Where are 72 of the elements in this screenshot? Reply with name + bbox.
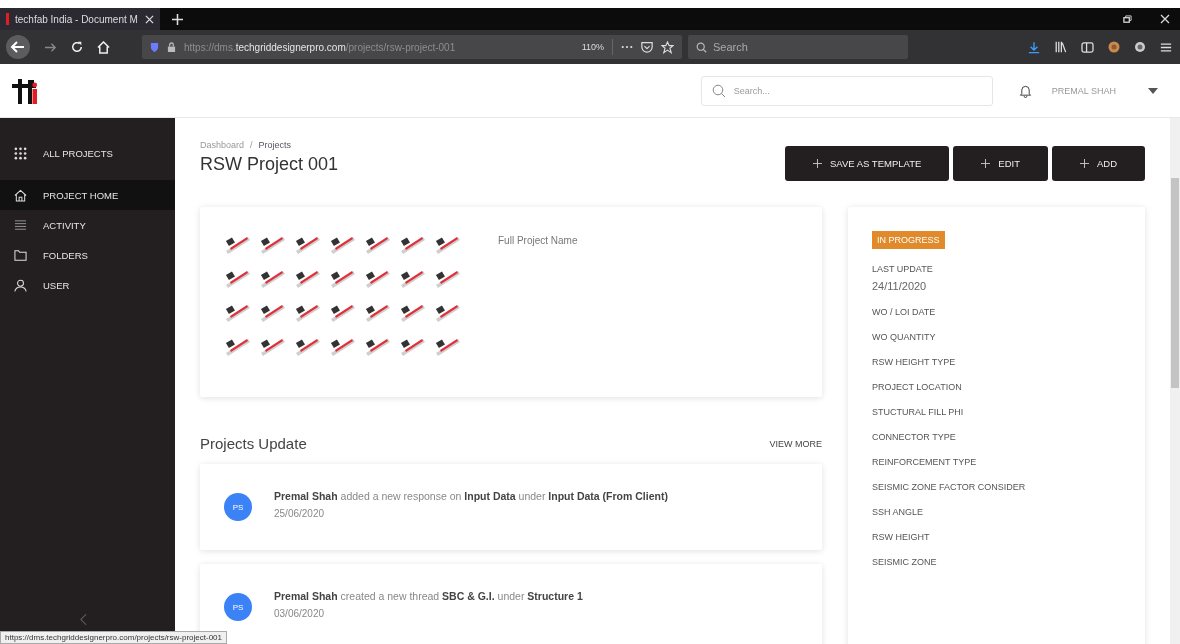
star-icon[interactable] <box>661 40 674 54</box>
field-value: 24/11/2020 <box>872 280 928 292</box>
field-label: SSH ANGLE <box>872 507 924 517</box>
nav-item[interactable]: ACTIVITY <box>0 210 175 240</box>
bell-icon[interactable] <box>1018 83 1032 98</box>
url-field[interactable]: https://dms.techgriddesignerpro.com/projects/rsw-project-001 110% <box>142 35 682 59</box>
action-button[interactable]: EDIT <box>953 146 1048 181</box>
nav-item[interactable]: PROJECT HOME <box>0 180 175 210</box>
field-label: Full Project Name <box>498 235 578 246</box>
field-label: STUCTURAL FILL PHI <box>872 407 964 417</box>
plus-icon <box>812 159 822 168</box>
zoom-level[interactable]: 110% <box>581 42 604 52</box>
extension-icon[interactable] <box>1108 41 1120 53</box>
grid-icon <box>14 146 27 160</box>
tab-title: techfab India - Document M <box>15 13 139 25</box>
sidebar-icon[interactable] <box>1081 41 1094 53</box>
breadcrumb-separator: / <box>250 140 253 150</box>
library-icon[interactable] <box>1054 41 1067 53</box>
home-icon[interactable] <box>97 40 110 54</box>
field-label: WO QUANTITY <box>872 332 936 342</box>
search-icon <box>696 41 707 53</box>
nav-item[interactable]: FOLDERS <box>0 240 175 270</box>
update-date: 25/06/2020 <box>274 508 326 519</box>
status-url: https://dms.techgriddesignerpro.com/projects/rsw-project-001 <box>0 631 227 644</box>
nav-item[interactable]: USER <box>0 270 175 300</box>
shield-icon <box>150 41 159 53</box>
field-label: RSW HEIGHT TYPE <box>872 357 956 367</box>
user-icon <box>14 278 27 292</box>
plus-icon <box>981 159 991 168</box>
nav-item[interactable]: ALL PROJECTS <box>0 138 175 168</box>
reload-icon[interactable] <box>71 41 83 53</box>
field-label: REINFORCEMENT TYPE <box>872 457 977 467</box>
breadcrumb-link[interactable]: Projects <box>258 140 292 150</box>
home-icon <box>14 188 27 202</box>
page-title: RSW Project 001 <box>200 154 339 175</box>
lock-icon <box>167 41 176 53</box>
favicon-icon <box>6 13 9 25</box>
extension-icon[interactable] <box>1134 41 1146 53</box>
field-label: WO / LOI DATE <box>872 307 936 317</box>
plus-icon <box>1079 159 1089 168</box>
action-button[interactable]: ADD <box>1051 146 1145 181</box>
menu-icon[interactable] <box>1160 41 1172 53</box>
avatar: PS <box>224 593 252 621</box>
back-icon[interactable] <box>6 35 30 59</box>
more-icon[interactable] <box>621 45 633 49</box>
update-date: 03/06/2020 <box>274 608 326 619</box>
view-more-link[interactable]: VIEW MORE <box>769 438 822 449</box>
field-label: PROJECT LOCATION <box>872 382 962 392</box>
download-icon[interactable] <box>1028 40 1040 54</box>
field-label: LAST UPDATE <box>872 264 933 274</box>
field-label: RSW HEIGHT <box>872 532 930 542</box>
section-title: Projects Update <box>200 435 307 452</box>
search-icon <box>711 83 726 98</box>
field-label: CONNECTOR TYPE <box>872 432 956 442</box>
avatar: PS <box>224 493 252 521</box>
update-text: Premal Shah added a new response on Input Data under Input Data (From Client) <box>274 490 668 502</box>
caret-icon[interactable] <box>1148 87 1158 94</box>
folder-icon <box>14 248 27 262</box>
action-button[interactable]: SAVE AS TEMPLATE <box>784 146 950 181</box>
browser-search-field[interactable]: Search <box>688 35 908 59</box>
update-text: Premal Shah created a new thread SBC & G.I. under Structure 1 <box>274 590 583 602</box>
restore-icon[interactable] <box>1123 14 1132 24</box>
field-label: SEISMIC ZONE <box>872 557 937 567</box>
list-icon <box>14 218 27 232</box>
new-tab-icon[interactable] <box>172 13 183 25</box>
status-badge: IN PROGRESS <box>872 231 945 249</box>
pocket-icon[interactable] <box>641 41 653 53</box>
scrollbar[interactable] <box>1170 118 1180 644</box>
close-icon[interactable] <box>145 14 154 24</box>
browser-tab[interactable]: techfab India - Document M <box>0 8 160 30</box>
close-icon[interactable] <box>1160 14 1170 24</box>
field-label: SEISMIC ZONE FACTOR CONSIDER <box>872 482 1026 492</box>
